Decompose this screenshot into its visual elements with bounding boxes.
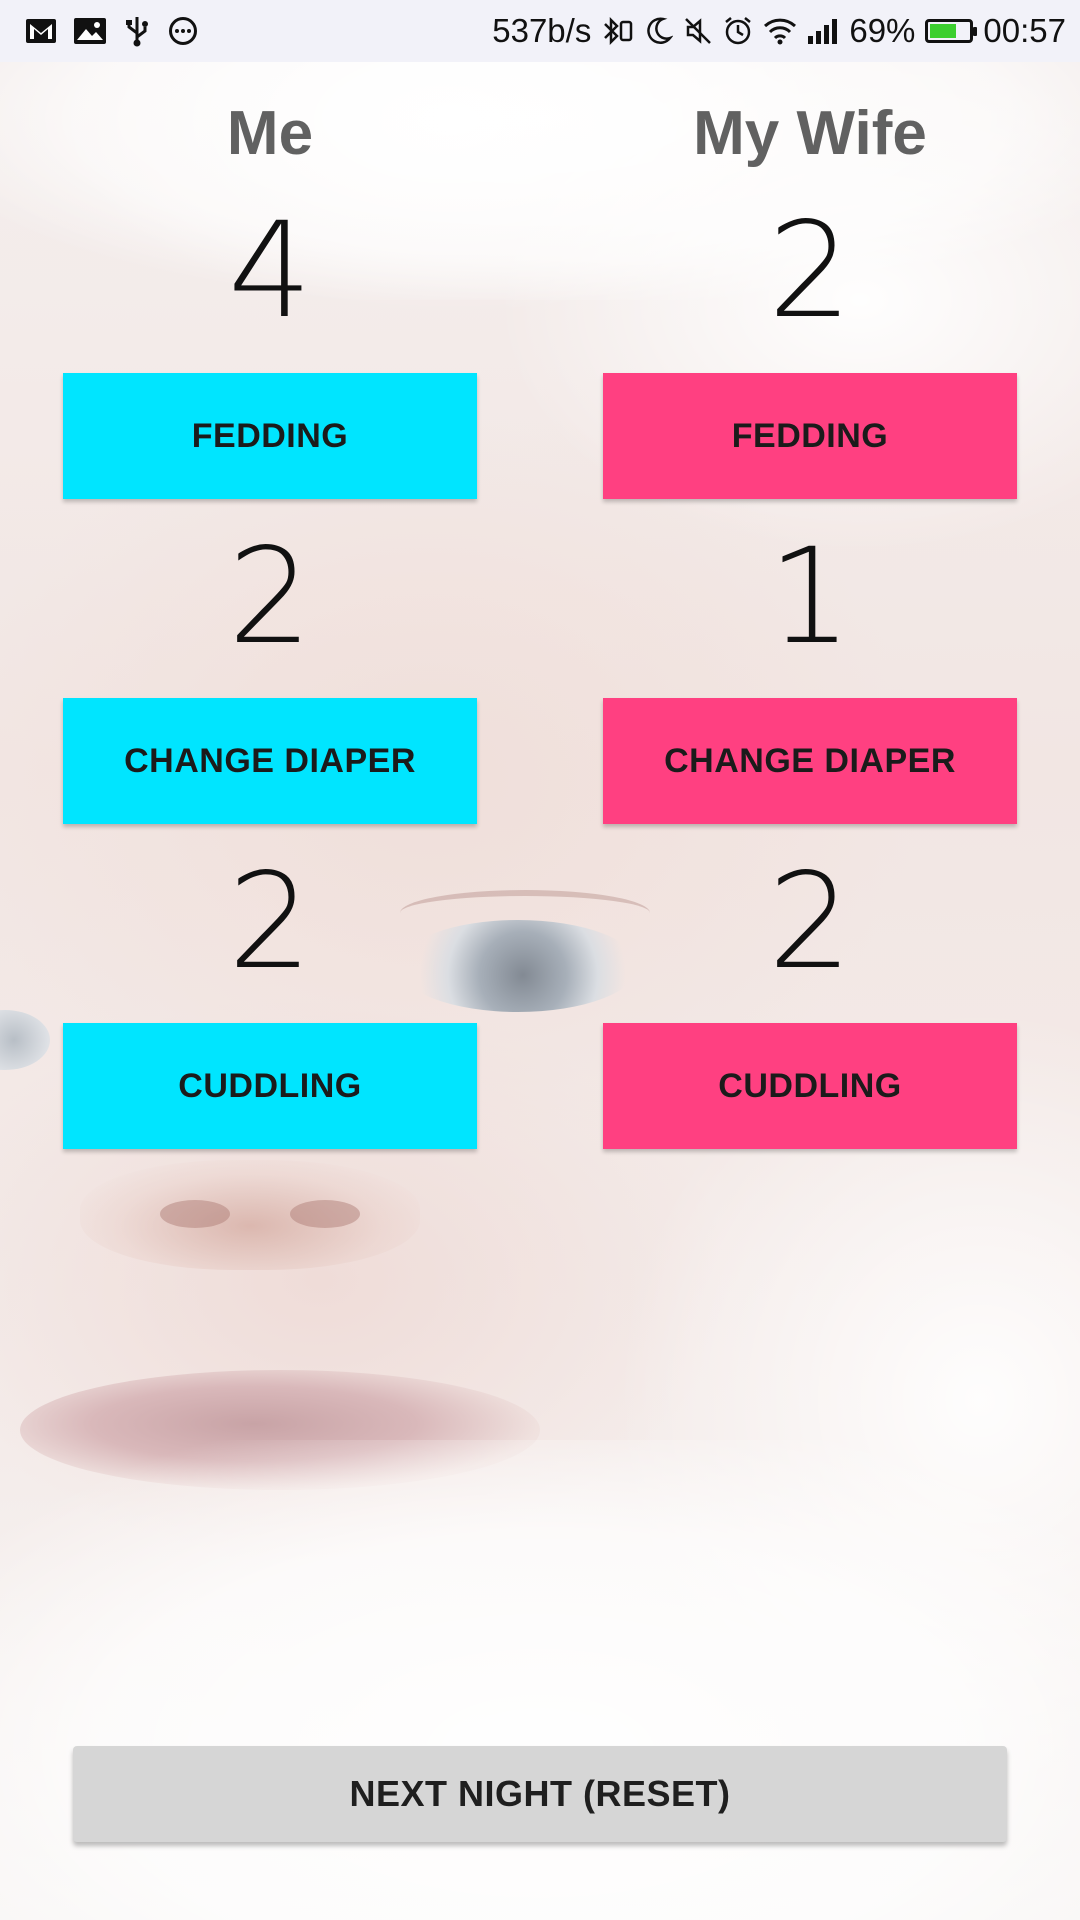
me-cuddling-button[interactable]: CUDDLING: [63, 1023, 477, 1149]
me-column-title: Me: [226, 99, 314, 168]
mute-icon: [683, 16, 713, 46]
battery-icon: [925, 19, 978, 43]
wife-cuddling-button[interactable]: CUDDLING: [603, 1023, 1017, 1149]
me-change-diaper-button[interactable]: CHANGE DIAPER: [63, 698, 477, 824]
usb-icon: [124, 15, 150, 47]
nostril-left: [160, 1200, 230, 1228]
battery-percent: 69%: [849, 12, 916, 49]
more-circle-icon: [168, 16, 198, 46]
baby-eye-left: [0, 1010, 50, 1070]
baby-nose: [80, 1160, 420, 1270]
me-cuddling-count: 2: [228, 845, 312, 999]
signal-icon: [807, 18, 839, 44]
nostril-right: [290, 1200, 360, 1228]
me-diaper-count: 2: [228, 520, 312, 674]
wife-diaper-count: 1: [768, 520, 852, 674]
gmail-icon: [26, 19, 56, 43]
me-feeding-button[interactable]: FEDDING: [63, 373, 477, 499]
wife-feeding-count: 2: [768, 194, 852, 348]
wife-column-title: My Wife: [693, 99, 927, 168]
wife-change-diaper-button[interactable]: CHANGE DIAPER: [603, 698, 1017, 824]
fur-hood-bottom: [0, 1440, 1080, 1920]
bluetooth-vibrate-icon: [601, 16, 635, 46]
next-night-reset-button[interactable]: NEXT NIGHT (RESET): [73, 1746, 1007, 1842]
wifi-icon: [763, 17, 797, 45]
wife-feeding-button[interactable]: FEDDING: [603, 373, 1017, 499]
status-time: 00:57: [983, 12, 1066, 49]
image-icon: [74, 18, 106, 44]
status-bar-right: 537b/s 69% 00:57: [482, 12, 1066, 50]
alarm-icon: [723, 16, 753, 46]
battery-level-fill: [930, 24, 957, 38]
wife-cuddling-count: 2: [768, 845, 852, 999]
network-speed: 537b/s: [492, 12, 592, 49]
me-feeding-count: 4: [228, 194, 312, 348]
status-bar: 537b/s 69% 00:57: [0, 0, 1080, 62]
status-bar-left: [26, 15, 216, 47]
moon-icon: [645, 16, 674, 46]
